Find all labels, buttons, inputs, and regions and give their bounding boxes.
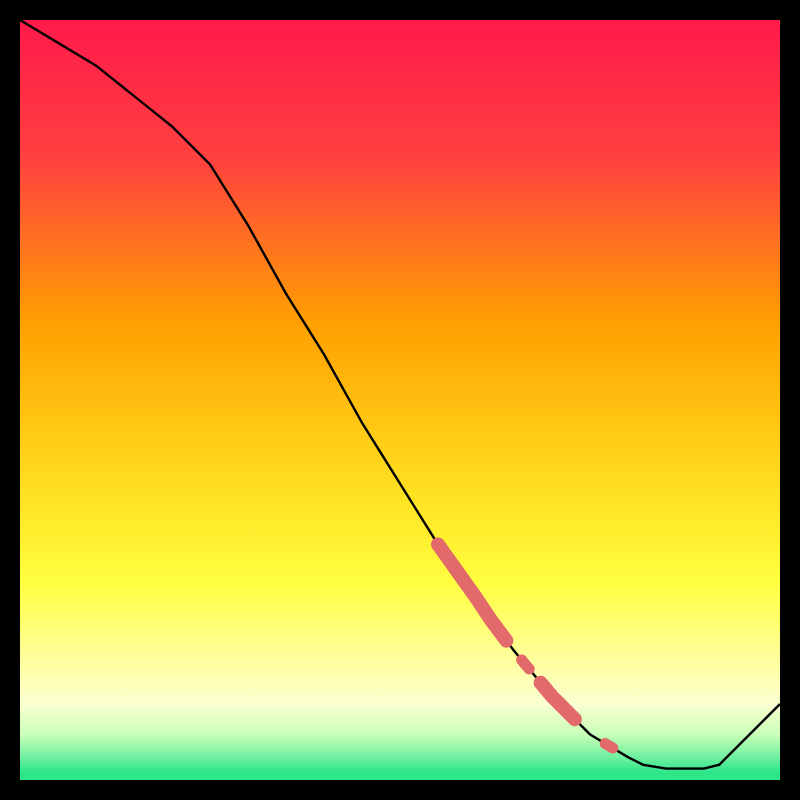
curve-marker [522,660,530,669]
gradient-background [20,20,780,780]
chart-frame: TheBottleneck.com [20,20,780,780]
chart-svg [20,20,780,780]
curve-marker [605,744,613,749]
